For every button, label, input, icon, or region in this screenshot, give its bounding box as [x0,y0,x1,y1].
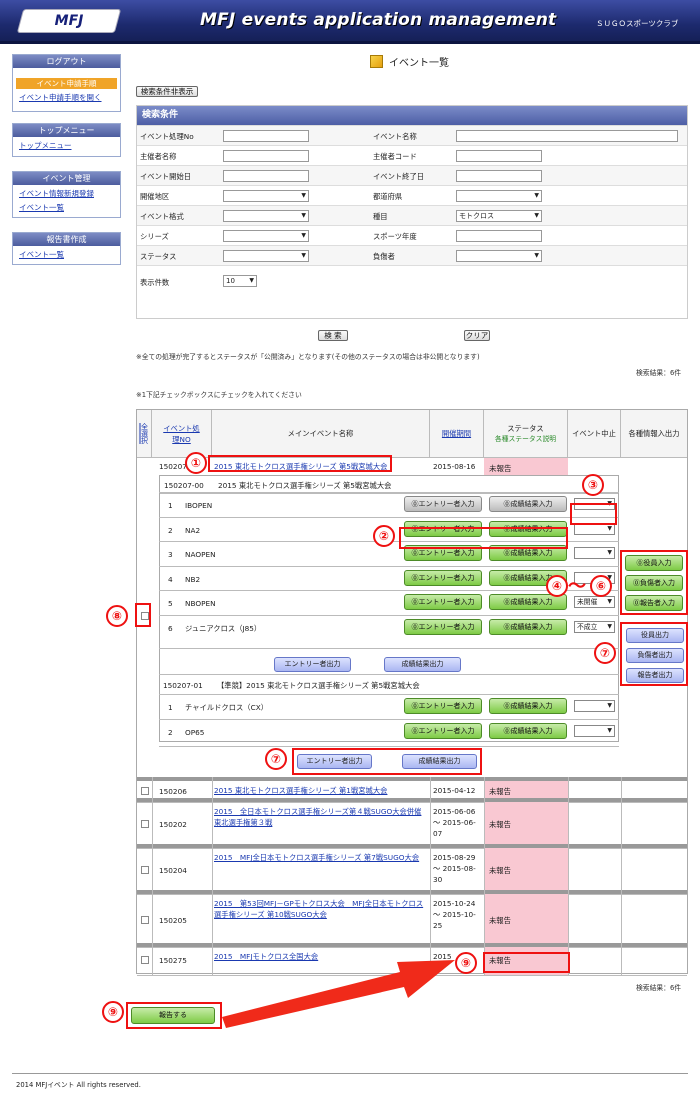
footer-divider [12,1073,688,1074]
annotation-arrow [222,960,455,1028]
footer: 2014 MFJイベント All rights reserved. [16,1081,141,1089]
